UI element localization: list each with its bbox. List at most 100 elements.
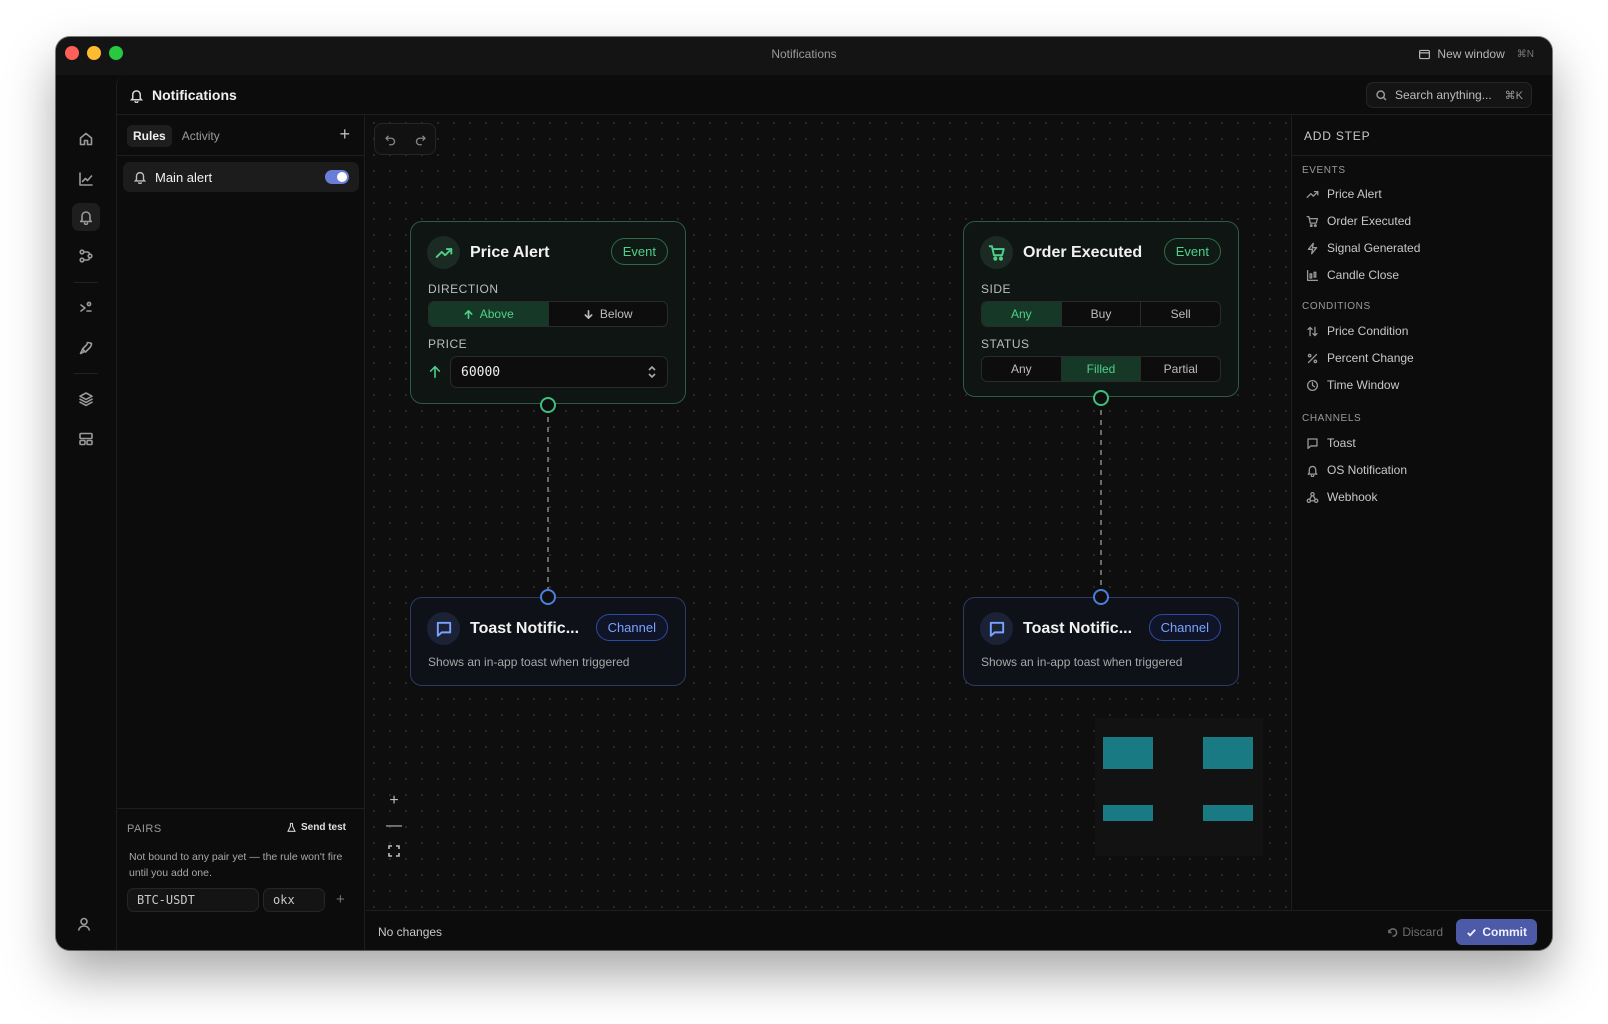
title-bar: Notifications New window ⌘N xyxy=(56,37,1552,75)
layout-icon[interactable] xyxy=(72,425,100,453)
step-os-notification[interactable]: OS Notification xyxy=(1306,463,1407,477)
rule-label: Main alert xyxy=(155,169,213,185)
bell-icon xyxy=(1307,465,1318,477)
direction-above-option[interactable]: Above xyxy=(429,302,549,326)
step-label: Candle Close xyxy=(1327,268,1400,282)
input-handle[interactable] xyxy=(1093,589,1109,605)
status-any-option[interactable]: Any xyxy=(982,357,1062,381)
rules-panel: Rules Activity + Main alert PAIRS Send t… xyxy=(117,115,365,950)
status-selector: Any Filled Partial xyxy=(981,356,1221,382)
tab-rules[interactable]: Rules xyxy=(127,125,172,147)
flow-canvas[interactable]: Price Alert Event DIRECTION Above Below … xyxy=(366,115,1290,910)
input-handle[interactable] xyxy=(540,589,556,605)
window-title: Notifications xyxy=(771,47,837,61)
price-row: 60000 xyxy=(428,356,668,388)
minimap[interactable] xyxy=(1095,718,1263,856)
status-partial-option[interactable]: Partial xyxy=(1141,357,1220,381)
status-label: STATUS xyxy=(981,337,1030,351)
step-price-condition[interactable]: Price Condition xyxy=(1306,324,1408,338)
node-description: Shows an in-app toast when triggered xyxy=(428,655,630,669)
layers-icon[interactable] xyxy=(72,385,100,413)
node-header: Order Executed xyxy=(980,236,1142,269)
chart-line-icon[interactable] xyxy=(72,165,100,193)
new-window-shortcut: ⌘N xyxy=(1516,48,1534,60)
search-input[interactable]: Search anything... ⌘K xyxy=(1366,82,1532,108)
new-window-button[interactable]: New window ⌘N xyxy=(1418,47,1534,61)
zoom-in-button[interactable]: + xyxy=(381,788,407,813)
rocket-icon[interactable] xyxy=(72,334,100,362)
send-test-button[interactable]: Send test xyxy=(286,822,346,833)
direction-above-label: Above xyxy=(479,307,514,321)
rule-enabled-toggle[interactable] xyxy=(325,170,349,184)
zoom-out-button[interactable]: — xyxy=(381,813,407,838)
side-sell-option[interactable]: Sell xyxy=(1141,302,1220,326)
cart-icon xyxy=(1306,215,1319,227)
pair-exchange-input[interactable]: okx xyxy=(263,888,325,912)
message-icon xyxy=(980,612,1013,645)
price-value: 60000 xyxy=(461,364,501,380)
node-order-executed[interactable]: Order Executed Event SIDE Any Buy Sell S… xyxy=(963,221,1239,397)
bell-icon[interactable] xyxy=(72,203,100,231)
redo-icon[interactable] xyxy=(414,133,427,146)
bolt-icon xyxy=(1307,242,1318,254)
step-webhook[interactable]: Webhook xyxy=(1306,490,1377,504)
section-conditions-title: CONDITIONS xyxy=(1302,301,1371,312)
search-icon xyxy=(1376,89,1387,100)
step-signal-generated[interactable]: Signal Generated xyxy=(1306,241,1420,255)
direction-below-label: Below xyxy=(599,307,633,321)
node-header: Price Alert xyxy=(427,236,549,269)
trending-up-icon xyxy=(1306,190,1319,198)
side-buy-option[interactable]: Buy xyxy=(1062,302,1142,326)
workflow-icon[interactable] xyxy=(72,242,100,270)
commit-label: Commit xyxy=(1482,925,1527,939)
stepper-icon[interactable] xyxy=(647,365,657,379)
step-label: Price Condition xyxy=(1327,324,1409,338)
tab-activity[interactable]: Activity xyxy=(176,125,226,147)
add-pair-button[interactable]: + xyxy=(336,891,345,908)
undo-icon[interactable] xyxy=(384,133,397,146)
message-icon xyxy=(1307,437,1318,449)
fit-view-button[interactable] xyxy=(381,838,407,863)
cart-icon xyxy=(980,236,1013,269)
history-controls xyxy=(374,123,436,155)
arrow-down-icon xyxy=(584,309,593,319)
rule-item-main-alert[interactable]: Main alert xyxy=(123,162,359,192)
bell-icon xyxy=(133,171,147,184)
step-time-window[interactable]: Time Window xyxy=(1306,378,1399,392)
price-input[interactable]: 60000 xyxy=(450,356,668,388)
side-selector: Any Buy Sell xyxy=(981,301,1221,327)
home-icon[interactable] xyxy=(72,125,100,153)
webhook-icon xyxy=(1306,491,1319,503)
step-label: Toast xyxy=(1327,436,1356,450)
direction-below-option[interactable]: Below xyxy=(549,302,668,326)
pairs-note: Not bound to any pair yet — the rule won… xyxy=(129,851,343,879)
commit-button[interactable]: Commit xyxy=(1456,919,1537,945)
discard-button[interactable]: Discard xyxy=(1387,925,1443,939)
direction-label: DIRECTION xyxy=(428,282,499,296)
node-header: Toast Notific... xyxy=(980,612,1132,645)
status-filled-option[interactable]: Filled xyxy=(1061,357,1142,381)
node-price-alert[interactable]: Price Alert Event DIRECTION Above Below … xyxy=(410,221,686,404)
strategy-icon[interactable] xyxy=(72,294,100,322)
pair-symbol-input[interactable]: BTC-USDT xyxy=(127,888,259,912)
node-toast-2[interactable]: Toast Notific... Channel Shows an in-app… xyxy=(963,597,1239,686)
user-icon[interactable] xyxy=(76,916,92,937)
side-any-option[interactable]: Any xyxy=(982,302,1062,326)
step-toast[interactable]: Toast xyxy=(1306,436,1356,450)
app-window: Notifications New window ⌘N Notification… xyxy=(56,37,1552,950)
rail-divider xyxy=(74,373,98,374)
discard-label: Discard xyxy=(1402,925,1443,939)
step-percent-change[interactable]: Percent Change xyxy=(1306,351,1414,365)
percent-icon xyxy=(1307,353,1318,363)
send-test-label: Send test xyxy=(300,822,346,833)
output-handle[interactable] xyxy=(540,397,556,413)
add-rule-button[interactable]: + xyxy=(339,125,350,143)
step-candle-close[interactable]: Candle Close xyxy=(1306,268,1399,282)
step-order-executed[interactable]: Order Executed xyxy=(1306,214,1411,228)
step-label: Signal Generated xyxy=(1327,241,1421,255)
side-label: SIDE xyxy=(981,282,1012,296)
step-price-alert[interactable]: Price Alert xyxy=(1306,187,1382,201)
node-toast-1[interactable]: Toast Notific... Channel Shows an in-app… xyxy=(410,597,686,686)
output-handle[interactable] xyxy=(1093,390,1109,406)
new-window-label: New window xyxy=(1437,47,1505,61)
